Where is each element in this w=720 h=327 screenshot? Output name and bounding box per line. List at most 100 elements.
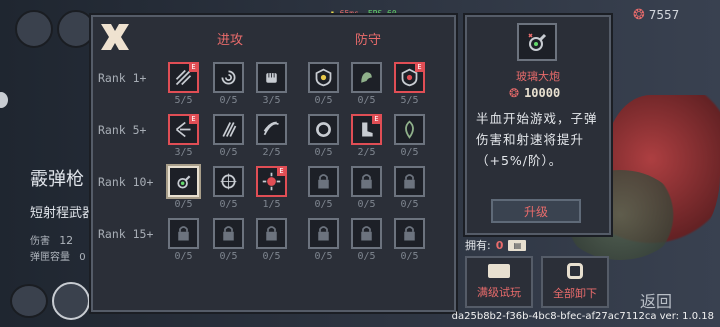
ticket-icon: ▤ [508, 239, 527, 251]
talent-slot[interactable] [394, 114, 425, 145]
talent-slot[interactable]: E [394, 62, 425, 93]
owned-value: 0 [495, 238, 504, 252]
talent-level-count: 0/5 [219, 147, 238, 158]
talent-slot[interactable] [256, 62, 287, 93]
talent-level-count: 0/5 [400, 199, 419, 210]
talent-slot[interactable] [351, 166, 382, 197]
avatar-slot-2[interactable] [57, 10, 95, 48]
talent-slot[interactable]: E [168, 62, 199, 93]
talent-level-count: 0/5 [314, 95, 333, 106]
talent-slot[interactable] [351, 62, 382, 93]
back-button[interactable]: 返回 [640, 288, 672, 312]
equipped-badge: E [372, 115, 381, 124]
unload-all-label: 全部卸下 [553, 287, 597, 300]
talent-slot[interactable] [351, 218, 382, 249]
ammo-stat: 弹匣容量 0 [30, 248, 86, 263]
glass-cannon-icon [528, 33, 547, 51]
talent-slot[interactable] [308, 218, 339, 249]
talent-level-count: 0/5 [400, 147, 419, 158]
talent-slot[interactable] [394, 218, 425, 249]
damage-value: 12 [59, 234, 74, 247]
talent-slot[interactable] [308, 166, 339, 197]
bottom-left-button-2[interactable] [52, 282, 90, 320]
talent-level-count: 5/5 [174, 95, 193, 106]
currency-display: ❂ 7557 [633, 7, 679, 23]
close-button[interactable] [99, 22, 131, 52]
talent-level-count: 0/5 [400, 251, 419, 262]
talent-level-count: 3/5 [174, 147, 193, 158]
avatar-slot-1[interactable] [15, 10, 53, 48]
equipped-badge: E [189, 63, 198, 72]
fist-icon [266, 73, 277, 83]
damage-stat: 伤害 12 [30, 232, 73, 247]
talent-slot[interactable] [213, 218, 244, 249]
talent-level-count: 0/5 [219, 95, 238, 106]
lock-icon [266, 226, 277, 241]
weapon-type: 短射程武器 [30, 206, 96, 221]
owned-row: 拥有: 0 ▤ [465, 237, 527, 253]
talent-level-count: 0/5 [357, 251, 376, 262]
max-trial-button[interactable]: 满级试玩 [465, 256, 533, 308]
equipped-badge: E [277, 167, 286, 176]
damage-label: 伤害 [30, 236, 50, 247]
talent-level-count: 0/5 [314, 251, 333, 262]
equipped-badge: E [189, 115, 198, 124]
lock-icon [178, 226, 189, 241]
shield-gem-icon [315, 68, 332, 87]
unload-all-button[interactable]: 全部卸下 [541, 256, 609, 308]
talent-grid-panel [91, 15, 456, 312]
talent-slot[interactable] [394, 166, 425, 197]
ammo-label: 弹匣容量 [30, 252, 70, 263]
talent-slot[interactable] [308, 62, 339, 93]
talent-slot[interactable] [213, 114, 244, 145]
talent-level-count: 0/5 [219, 251, 238, 262]
lock-icon [404, 226, 415, 241]
max-trial-label: 满级试玩 [477, 286, 521, 299]
talent-level-count: 0/5 [174, 251, 193, 262]
talent-slot[interactable] [213, 62, 244, 93]
vortex-icon [221, 70, 236, 85]
rank-label: Rank 5+ [98, 123, 147, 137]
talent-slot[interactable] [256, 218, 287, 249]
lock-icon [223, 226, 234, 241]
weapon-name: 霰弹枪 [30, 169, 84, 190]
talent-cost: ❂ 10000 [509, 86, 560, 100]
talent-slot[interactable] [308, 114, 339, 145]
talent-level-count: 1/5 [262, 199, 281, 210]
strong-arm-icon [361, 72, 372, 83]
cost-value: 10000 [524, 86, 561, 100]
crosshair-icon [220, 173, 237, 190]
equipped-badge: E [415, 63, 424, 72]
bottom-left-button-1[interactable] [10, 284, 48, 318]
claw-slash-icon [222, 122, 237, 137]
talent-level-count: 0/5 [357, 199, 376, 210]
talent-level-count: 0/5 [314, 147, 333, 158]
ticket-icon [488, 264, 510, 278]
talent-slot[interactable]: E [351, 114, 382, 145]
talent-level-count: 0/5 [174, 199, 193, 210]
ammo-value: 0 [79, 252, 86, 263]
talent-slot[interactable] [168, 166, 199, 197]
talent-slot[interactable] [256, 114, 287, 145]
talent-level-count: 0/5 [314, 199, 333, 210]
owned-label: 拥有: [465, 239, 491, 252]
close-icon [101, 24, 129, 50]
talent-description: 半血开始游戏，子弹伤害和射速将提升（+5%/阶）。 [476, 111, 598, 168]
version-text: da25b8b2-f36b-4bc8-bfec-af27ac7112ca ver… [451, 311, 714, 322]
talent-level-count: 2/5 [262, 147, 281, 158]
talent-slot[interactable]: E [256, 166, 287, 197]
lock-icon [318, 174, 329, 189]
talent-slot[interactable] [213, 166, 244, 197]
upgrade-button[interactable]: 升级 [491, 199, 581, 223]
leaf-shield-icon [405, 120, 414, 139]
talent-slot[interactable]: E [168, 114, 199, 145]
glass-cannon-icon [177, 175, 191, 189]
talent-level-count: 0/5 [219, 199, 238, 210]
lock-icon [318, 226, 329, 241]
talent-slot[interactable] [168, 218, 199, 249]
lock-icon [404, 174, 415, 189]
ring-icon [316, 122, 331, 137]
lock-icon [361, 174, 372, 189]
talent-level-count: 3/5 [262, 95, 281, 106]
wave-slash-icon [263, 121, 279, 136]
